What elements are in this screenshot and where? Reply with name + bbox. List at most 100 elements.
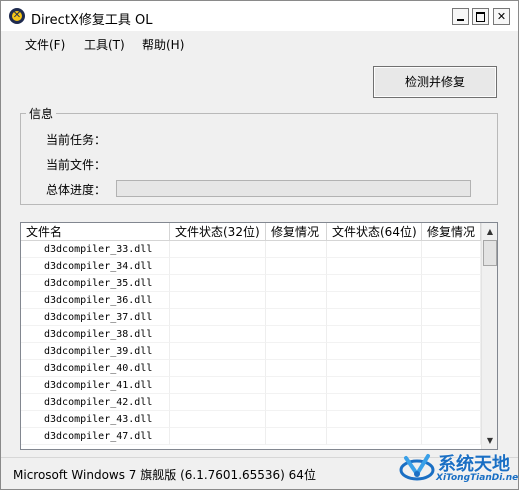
table-cell — [266, 326, 327, 343]
table-row[interactable]: d3dcompiler_43.dll — [21, 411, 481, 428]
table-row[interactable]: d3dcompiler_33.dll — [21, 241, 481, 258]
window-title: DirectX修复工具 OL — [31, 13, 153, 28]
menu-bar: 文件(F) 工具(T) 帮助(H) — [1, 31, 518, 55]
column-header-status-32[interactable]: 文件状态(32位) — [170, 223, 266, 241]
table-cell — [170, 292, 266, 309]
table-cell — [327, 343, 422, 360]
table-row[interactable]: d3dcompiler_41.dll — [21, 377, 481, 394]
watermark-logo-icon — [399, 454, 435, 481]
table-cell — [266, 428, 327, 445]
file-name-cell: d3dcompiler_39.dll — [21, 343, 170, 360]
maximize-button[interactable] — [472, 8, 489, 25]
table-cell — [422, 275, 481, 292]
table-row[interactable]: d3dcompiler_47.dll — [21, 428, 481, 445]
info-group-title: 信息 — [26, 105, 57, 122]
menu-tools[interactable]: 工具(T) — [84, 36, 125, 53]
overall-progress-label: 总体进度： — [46, 183, 107, 197]
table-cell — [170, 241, 266, 258]
chevron-up-icon[interactable]: ▲ — [482, 223, 497, 240]
vertical-scrollbar[interactable]: ▲ ▼ — [481, 223, 497, 449]
column-header-filename[interactable]: 文件名 — [21, 223, 170, 241]
overall-progress-bar — [116, 180, 471, 197]
file-name-cell: d3dcompiler_36.dll — [21, 292, 170, 309]
table-cell — [266, 275, 327, 292]
table-cell — [266, 241, 327, 258]
directx-logo-icon — [9, 8, 25, 24]
table-row[interactable]: d3dcompiler_34.dll — [21, 258, 481, 275]
file-name-cell: d3dcompiler_38.dll — [21, 326, 170, 343]
column-header-status-64[interactable]: 文件状态(64位) — [327, 223, 422, 241]
table-cell — [327, 275, 422, 292]
detect-and-fix-button[interactable]: 检测并修复 — [373, 66, 497, 98]
file-name-cell: d3dcompiler_40.dll — [21, 360, 170, 377]
table-cell — [170, 309, 266, 326]
table-row[interactable]: d3dcompiler_40.dll — [21, 360, 481, 377]
site-watermark: 系统天地 XiTongTianDi.net — [398, 446, 519, 490]
table-cell — [266, 411, 327, 428]
current-file-label: 当前文件： — [46, 158, 107, 172]
table-cell — [327, 258, 422, 275]
list-header: 文件名 文件状态(32位) 修复情况 文件状态(64位) 修复情况 — [21, 223, 481, 241]
watermark-url: XiTongTianDi.net — [436, 473, 519, 483]
table-cell — [327, 241, 422, 258]
current-task-label: 当前任务： — [46, 133, 107, 147]
file-name-cell: d3dcompiler_34.dll — [21, 258, 170, 275]
scrollbar-thumb[interactable] — [483, 240, 497, 266]
table-cell — [422, 292, 481, 309]
table-cell — [327, 428, 422, 445]
table-cell — [170, 377, 266, 394]
table-cell — [170, 411, 266, 428]
table-cell — [266, 292, 327, 309]
table-cell — [327, 411, 422, 428]
file-name-cell: d3dcompiler_33.dll — [21, 241, 170, 258]
table-cell — [170, 428, 266, 445]
file-name-cell: d3dcompiler_41.dll — [21, 377, 170, 394]
title-bar[interactable]: DirectX修复工具 OL — [1, 1, 518, 31]
table-cell — [266, 377, 327, 394]
table-cell — [422, 309, 481, 326]
table-cell — [170, 326, 266, 343]
table-cell — [170, 360, 266, 377]
table-row[interactable]: d3dcompiler_38.dll — [21, 326, 481, 343]
file-name-cell: d3dcompiler_42.dll — [21, 394, 170, 411]
minimize-button[interactable] — [452, 8, 469, 25]
table-cell — [422, 258, 481, 275]
table-row[interactable]: d3dcompiler_42.dll — [21, 394, 481, 411]
table-cell — [422, 394, 481, 411]
table-cell — [327, 292, 422, 309]
table-cell — [327, 360, 422, 377]
menu-file[interactable]: 文件(F) — [25, 36, 65, 53]
directx-repair-window: DirectX修复工具 OL 文件(F) 工具(T) 帮助(H) 检测并修复 信… — [0, 0, 519, 490]
column-header-repair-64[interactable]: 修复情况 — [422, 223, 481, 241]
table-cell — [170, 275, 266, 292]
table-cell — [422, 360, 481, 377]
file-list[interactable]: 文件名 文件状态(32位) 修复情况 文件状态(64位) 修复情况 d3dcom… — [20, 222, 498, 450]
list-rows: d3dcompiler_33.dll d3dcompiler_34.dll d3dc… — [21, 241, 481, 445]
table-cell — [266, 343, 327, 360]
table-row[interactable]: d3dcompiler_37.dll — [21, 309, 481, 326]
file-name-cell: d3dcompiler_35.dll — [21, 275, 170, 292]
table-row[interactable]: d3dcompiler_39.dll — [21, 343, 481, 360]
table-cell — [266, 360, 327, 377]
table-cell — [170, 394, 266, 411]
table-cell — [170, 258, 266, 275]
table-cell — [327, 326, 422, 343]
table-cell — [327, 377, 422, 394]
file-name-cell: d3dcompiler_37.dll — [21, 309, 170, 326]
file-name-cell: d3dcompiler_43.dll — [21, 411, 170, 428]
file-name-cell: d3dcompiler_47.dll — [21, 428, 170, 445]
table-row[interactable]: d3dcompiler_36.dll — [21, 292, 481, 309]
os-version-text: Microsoft Windows 7 旗舰版 (6.1.7601.65536)… — [13, 468, 316, 482]
table-cell — [422, 377, 481, 394]
close-button[interactable] — [493, 8, 510, 25]
table-cell — [170, 343, 266, 360]
table-row[interactable]: d3dcompiler_35.dll — [21, 275, 481, 292]
table-cell — [422, 241, 481, 258]
table-cell — [327, 309, 422, 326]
table-cell — [266, 258, 327, 275]
column-header-repair-32[interactable]: 修复情况 — [266, 223, 327, 241]
table-cell — [266, 394, 327, 411]
table-cell — [422, 343, 481, 360]
menu-help[interactable]: 帮助(H) — [142, 36, 184, 53]
table-cell — [422, 411, 481, 428]
